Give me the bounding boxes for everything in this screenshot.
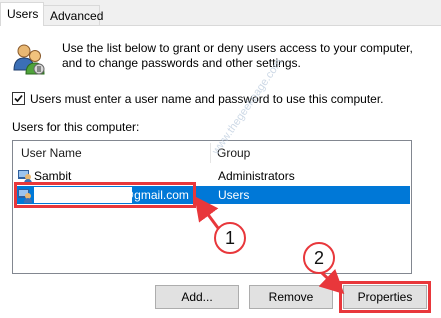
callout-step-2: 2 [303,242,335,274]
tab-advanced[interactable]: Advanced [43,5,103,25]
callout-step-1: 1 [214,222,246,254]
require-login-checkbox[interactable] [12,92,25,105]
users-group-icon [13,44,45,75]
tab-strip: Users Advanced [0,0,441,26]
user-name-cell: Sambit [34,169,72,183]
tab-users[interactable]: Users [0,2,44,26]
require-login-label[interactable]: Users must enter a user name and passwor… [30,92,384,106]
remove-button[interactable]: Remove [249,285,333,309]
users-list-label: Users for this computer: [12,120,140,134]
checkmark-icon [14,94,23,103]
group-cell: Administrators [218,169,295,183]
add-button[interactable]: Add... [155,285,239,309]
highlight-selected-user [14,182,196,208]
column-divider[interactable] [210,143,211,163]
highlight-properties-button [339,281,431,313]
intro-text: Use the list below to grant or deny user… [62,41,413,70]
listview-header: User Name Group [13,141,411,165]
column-header-user-name[interactable]: User Name [21,146,82,160]
group-cell: Users [218,188,250,202]
